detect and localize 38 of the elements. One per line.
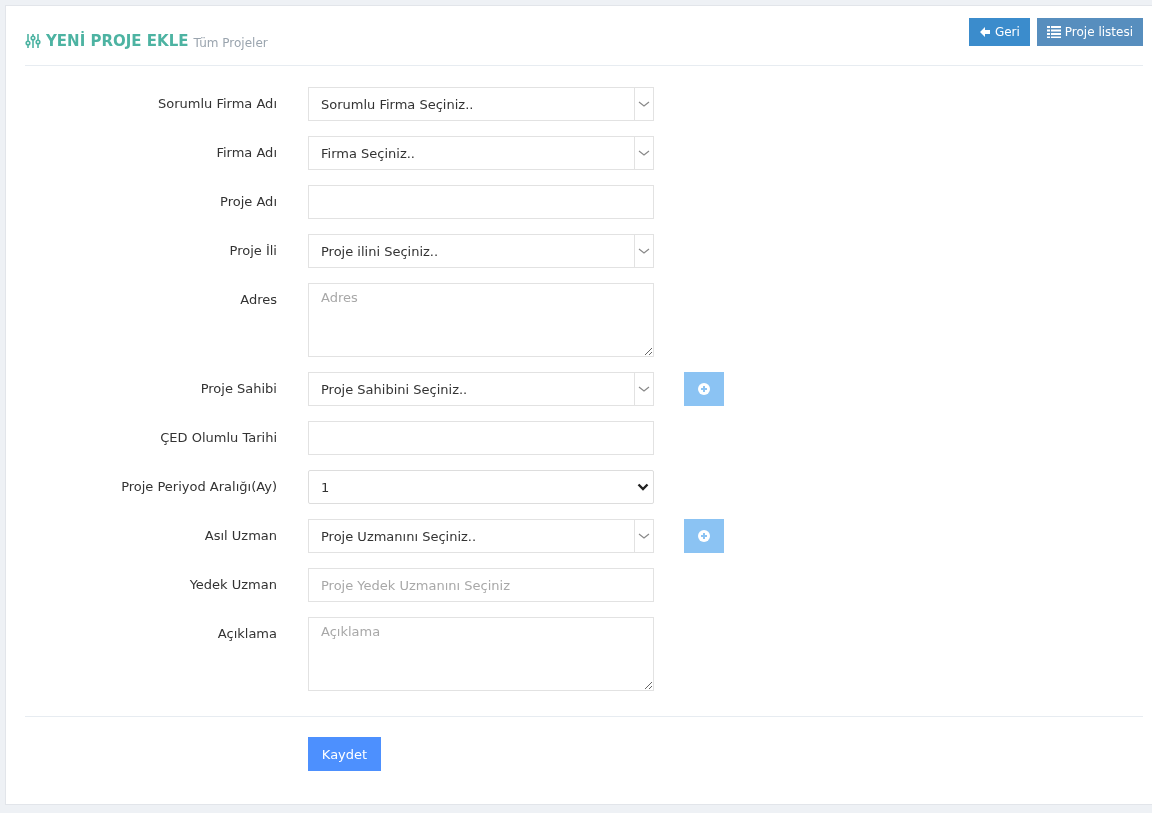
select-field[interactable]: Firma Seçiniz.. [308, 136, 654, 170]
list-icon [1046, 26, 1061, 38]
select-field[interactable]: Proje ilini Seçiniz.. [308, 234, 654, 268]
text-area[interactable]: Açıklama [308, 617, 654, 691]
field-label: Proje İli [228, 242, 277, 258]
field-label: ÇED Olumlu Tarihi [159, 429, 277, 445]
add-button[interactable] [684, 372, 724, 406]
select-field[interactable]: Sorumlu Firma Seçiniz.. [308, 87, 654, 121]
input-field[interactable] [308, 421, 654, 455]
text-area[interactable]: Adres [308, 283, 654, 357]
input-field[interactable] [308, 185, 654, 219]
input-field[interactable]: Proje Yedek Uzmanını Seçiniz [308, 568, 654, 602]
sliders-icon [25, 33, 41, 49]
select-field[interactable]: 1 [308, 470, 654, 504]
chevron-down-icon [638, 247, 650, 255]
field-label: Proje Adı [219, 193, 277, 209]
field-label: Proje Sahibi [199, 380, 277, 396]
plus-circle-icon [698, 530, 710, 542]
field-label: Adres [239, 291, 277, 307]
select-field[interactable]: Proje Uzmanını Seçiniz.. [308, 519, 654, 553]
field-label: Asıl Uzman [203, 527, 277, 543]
select-field[interactable]: Proje Sahibini Seçiniz.. [308, 372, 654, 406]
chevron-down-icon [637, 483, 649, 491]
arrow-left-icon [978, 26, 991, 38]
field-label: Yedek Uzman [188, 576, 277, 592]
chevron-down-icon [638, 149, 650, 157]
chevron-down-icon [638, 100, 650, 108]
chevron-down-icon [638, 385, 650, 393]
add-button[interactable] [684, 519, 724, 553]
field-label: Açıklama [216, 625, 277, 641]
chevron-down-icon [638, 532, 650, 540]
page-title: YENİ PROJE EKLE [46, 32, 189, 50]
field-label: Firma Adı [215, 144, 277, 160]
back-button[interactable]: Geri [968, 18, 1030, 46]
field-label: Sorumlu Firma Adı [157, 95, 277, 111]
plus-circle-icon [698, 383, 710, 395]
page-subtitle: Tüm Projeler [193, 35, 268, 50]
field-label: Proje Periyod Aralığı(Ay) [120, 478, 277, 494]
